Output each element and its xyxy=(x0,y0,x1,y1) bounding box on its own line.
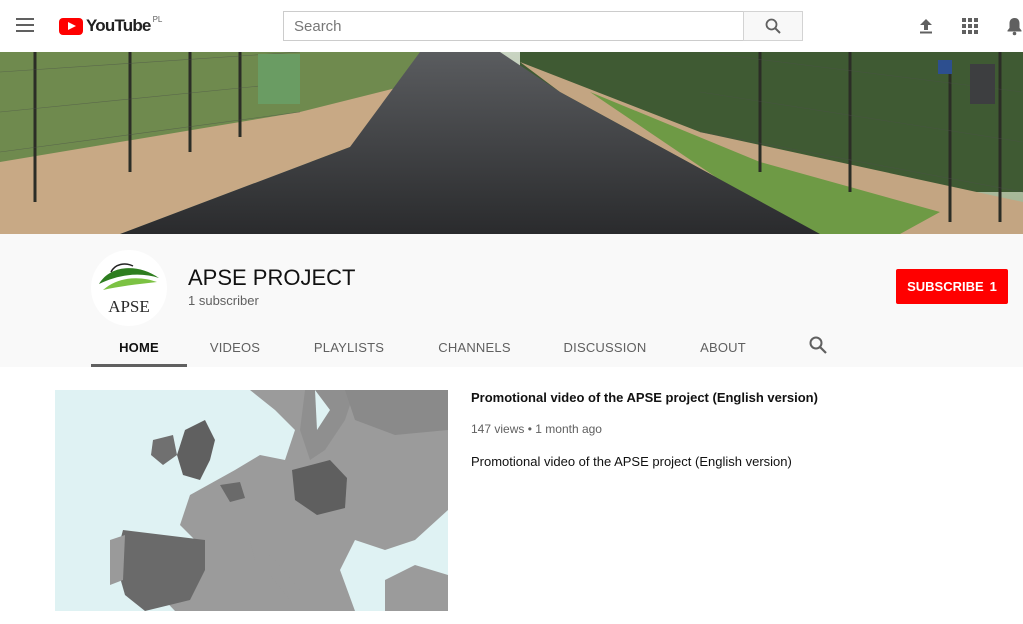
apps-grid-icon[interactable] xyxy=(959,15,981,37)
avatar-text: APSE xyxy=(108,297,150,316)
channel-avatar[interactable]: APSE xyxy=(91,250,167,326)
subscribe-count: 1 xyxy=(989,279,997,294)
notifications-bell-icon[interactable] xyxy=(1003,15,1023,37)
tab-channels[interactable]: CHANNELS xyxy=(415,327,534,367)
europe-map-image xyxy=(55,390,448,611)
upload-icon[interactable] xyxy=(915,15,937,37)
channel-search-icon[interactable] xyxy=(809,336,827,359)
tab-about[interactable]: ABOUT xyxy=(676,327,770,367)
apse-logo-icon: APSE xyxy=(99,263,159,316)
menu-icon[interactable] xyxy=(16,18,34,32)
featured-video-title[interactable]: Promotional video of the APSE project (E… xyxy=(471,390,818,405)
tab-playlists[interactable]: PLAYLISTS xyxy=(283,327,415,367)
featured-video-thumbnail[interactable] xyxy=(55,390,448,611)
channel-home-content: Promotional video of the APSE project (E… xyxy=(0,367,1023,624)
upload-age: 1 month ago xyxy=(535,422,602,436)
featured-video-meta: 147 views • 1 month ago xyxy=(471,422,602,436)
search-button[interactable] xyxy=(743,11,803,41)
channel-tabs: HOME VIDEOS PLAYLISTS CHANNELS DISCUSSIO… xyxy=(91,327,827,367)
subscribe-label: SUBSCRIBE xyxy=(907,279,984,294)
logo-text: YouTube xyxy=(86,16,151,35)
tab-videos[interactable]: VIDEOS xyxy=(187,327,283,367)
youtube-logo[interactable]: YouTube PL xyxy=(59,15,162,37)
masthead: YouTube PL xyxy=(0,0,1023,52)
tab-discussion[interactable]: DISCUSSION xyxy=(534,327,676,367)
banner-image xyxy=(0,52,1023,234)
view-count: 147 views xyxy=(471,422,525,436)
channel-header: APSE APSE PROJECT 1 subscriber SUBSCRIBE… xyxy=(0,234,1023,367)
tab-home[interactable]: HOME xyxy=(91,327,187,367)
masthead-actions xyxy=(915,15,1023,37)
search-icon xyxy=(765,18,781,34)
subscriber-count: 1 subscriber xyxy=(188,293,259,308)
youtube-logo-icon xyxy=(59,17,83,35)
channel-banner xyxy=(0,52,1023,234)
search-bar xyxy=(283,11,803,41)
search-input[interactable] xyxy=(283,11,743,41)
featured-video-description: Promotional video of the APSE project (E… xyxy=(471,454,792,469)
meta-separator: • xyxy=(527,422,532,436)
subscribe-button[interactable]: SUBSCRIBE 1 xyxy=(896,269,1008,304)
channel-name: APSE PROJECT xyxy=(188,265,356,290)
logo-region-code: PL xyxy=(152,14,163,24)
